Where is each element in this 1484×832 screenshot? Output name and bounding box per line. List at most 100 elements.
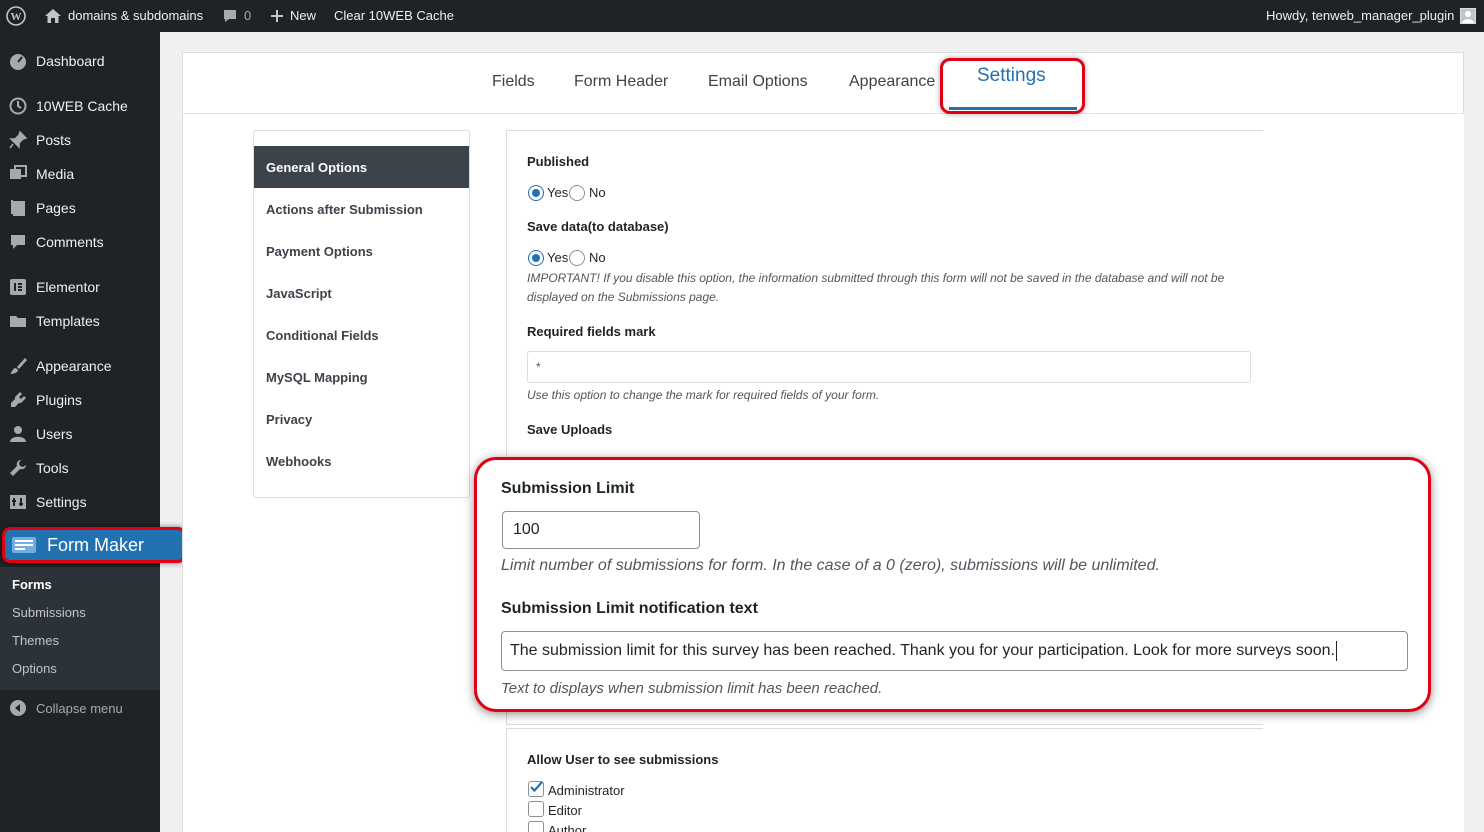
save-data-yes-label: Yes xyxy=(547,250,569,265)
side-tab-webhooks[interactable]: Webhooks xyxy=(266,454,332,469)
form-maker-submenu: Forms Submissions Themes Options xyxy=(0,567,160,690)
tab-settings[interactable]: Settings xyxy=(940,58,1085,114)
role-administrator-label: Administrator xyxy=(548,783,625,798)
submenu-forms[interactable]: Forms xyxy=(12,575,52,595)
wordpress-icon: W xyxy=(6,6,26,26)
collapse-menu-button[interactable]: Collapse menu xyxy=(0,691,160,725)
admin-bar: W domains & subdomains 0 New Clear 10WEB… xyxy=(0,0,1484,32)
admin-sidebar: Dashboard 10WEB Cache Posts Media Pages … xyxy=(0,32,186,832)
media-icon xyxy=(8,164,28,184)
notification-text-value: The submission limit for this survey has… xyxy=(510,642,1335,659)
sidebar-item-label: Users xyxy=(36,426,73,442)
comments-icon xyxy=(8,232,28,252)
submission-limit-callout: Submission Limit 100 Limit number of sub… xyxy=(474,457,1431,712)
role-administrator-checkbox[interactable] xyxy=(528,781,544,797)
tab-fields[interactable]: Fields xyxy=(492,73,535,91)
sidebar-item-label: Media xyxy=(36,166,75,182)
published-yes-radio[interactable] xyxy=(528,185,544,201)
pin-icon xyxy=(8,130,28,150)
comments-link[interactable]: 0 xyxy=(222,0,251,32)
notification-text-description: Text to displays when submission limit h… xyxy=(501,680,883,697)
howdy-text: Howdy, tenweb_manager_plugin xyxy=(1266,8,1455,23)
sidebar-item-templates[interactable]: Templates xyxy=(0,304,160,338)
role-author-checkbox[interactable] xyxy=(528,821,544,832)
required-mark-description: Use this option to change the mark for r… xyxy=(527,388,880,402)
role-editor-checkbox[interactable] xyxy=(528,801,544,817)
notification-text-label: Submission Limit notification text xyxy=(501,600,758,617)
published-no-label: No xyxy=(589,185,606,200)
side-tab-conditional-fields[interactable]: Conditional Fields xyxy=(266,328,379,343)
role-editor-label: Editor xyxy=(548,803,582,818)
published-label: Published xyxy=(527,154,590,169)
brush-icon xyxy=(8,356,28,376)
sidebar-item-10web-cache[interactable]: 10WEB Cache xyxy=(0,89,160,123)
save-data-yes-radio[interactable] xyxy=(528,250,544,266)
collapse-label: Collapse menu xyxy=(36,700,123,716)
new-label: New xyxy=(290,8,317,23)
sidebar-item-label: Dashboard xyxy=(36,53,105,69)
svg-text:W: W xyxy=(11,11,22,23)
save-data-description: IMPORTANT! If you disable this option, t… xyxy=(527,271,1225,304)
sidebar-item-settings[interactable]: Settings xyxy=(0,485,160,519)
sidebar-item-label: Tools xyxy=(36,460,69,476)
submenu-submissions[interactable]: Submissions xyxy=(12,603,86,623)
sidebar-item-form-maker[interactable]: Form Maker xyxy=(2,527,186,563)
sidebar-item-users[interactable]: Users xyxy=(0,417,160,451)
tab-settings-label: Settings xyxy=(977,65,1046,86)
sidebar-item-posts[interactable]: Posts xyxy=(0,123,160,157)
new-content-link[interactable]: New xyxy=(270,0,316,32)
side-tab-general-options[interactable]: General Options xyxy=(266,160,367,175)
sidebar-item-label: Comments xyxy=(36,234,104,250)
account-menu[interactable]: Howdy, tenweb_manager_plugin xyxy=(1266,0,1477,32)
sidebar-item-label: Pages xyxy=(36,200,76,216)
published-no-radio[interactable] xyxy=(569,185,585,201)
save-data-label: Save data(to database) xyxy=(527,219,669,234)
site-name-link[interactable]: domains & subdomains xyxy=(44,0,203,32)
sidebar-item-elementor[interactable]: Elementor xyxy=(0,270,160,304)
submission-limit-description: Limit number of submissions for form. In… xyxy=(501,557,1160,574)
plus-icon xyxy=(271,10,283,22)
side-tab-mysql-mapping[interactable]: MySQL Mapping xyxy=(266,370,368,385)
pages-icon xyxy=(8,198,28,218)
role-author-label: Author xyxy=(548,823,587,832)
side-tab-privacy[interactable]: Privacy xyxy=(266,412,312,427)
required-mark-label: Required fields mark xyxy=(527,324,656,339)
submenu-options[interactable]: Options xyxy=(12,659,57,679)
notification-text-input[interactable]: The submission limit for this survey has… xyxy=(501,631,1408,671)
side-tab-payment-options[interactable]: Payment Options xyxy=(266,244,373,259)
sidebar-item-label: Elementor xyxy=(36,279,100,295)
required-mark-input[interactable]: * xyxy=(527,351,1251,383)
submenu-themes[interactable]: Themes xyxy=(12,631,59,651)
wordpress-logo-button[interactable]: W xyxy=(6,0,26,32)
tab-email-options[interactable]: Email Options xyxy=(708,73,808,91)
wrench-icon xyxy=(8,458,28,478)
sidebar-item-label: Appearance xyxy=(36,358,112,374)
active-tab-indicator xyxy=(949,107,1077,110)
sidebar-item-comments[interactable]: Comments xyxy=(0,225,160,259)
sidebar-item-media[interactable]: Media xyxy=(0,157,160,191)
tab-form-header[interactable]: Form Header xyxy=(574,73,668,91)
sidebar-item-tools[interactable]: Tools xyxy=(0,451,160,485)
sidebar-item-plugins[interactable]: Plugins xyxy=(0,383,160,417)
form-maker-icon xyxy=(11,535,37,555)
sidebar-item-appearance[interactable]: Appearance xyxy=(0,349,160,383)
allow-user-label: Allow User to see submissions xyxy=(527,752,719,767)
clear-cache-label: Clear 10WEB Cache xyxy=(334,8,454,23)
cache-icon xyxy=(8,96,28,116)
sidebar-item-dashboard[interactable]: Dashboard xyxy=(0,44,160,78)
users-icon xyxy=(8,424,28,444)
home-icon xyxy=(45,9,61,23)
settings-side-tabs: General Options Actions after Submission… xyxy=(253,130,470,498)
clear-cache-link[interactable]: Clear 10WEB Cache xyxy=(334,0,454,32)
settings-icon xyxy=(8,492,28,512)
sidebar-item-label: Templates xyxy=(36,313,100,329)
submission-limit-input[interactable]: 100 xyxy=(502,511,700,549)
save-data-no-radio[interactable] xyxy=(569,250,585,266)
side-tab-javascript[interactable]: JavaScript xyxy=(266,286,332,301)
side-tab-actions-after-submission[interactable]: Actions after Submission xyxy=(266,202,423,217)
comments-count: 0 xyxy=(244,8,252,23)
collapse-icon xyxy=(8,698,28,718)
tab-appearance[interactable]: Appearance xyxy=(849,73,935,91)
avatar xyxy=(1460,8,1477,24)
sidebar-item-pages[interactable]: Pages xyxy=(0,191,160,225)
